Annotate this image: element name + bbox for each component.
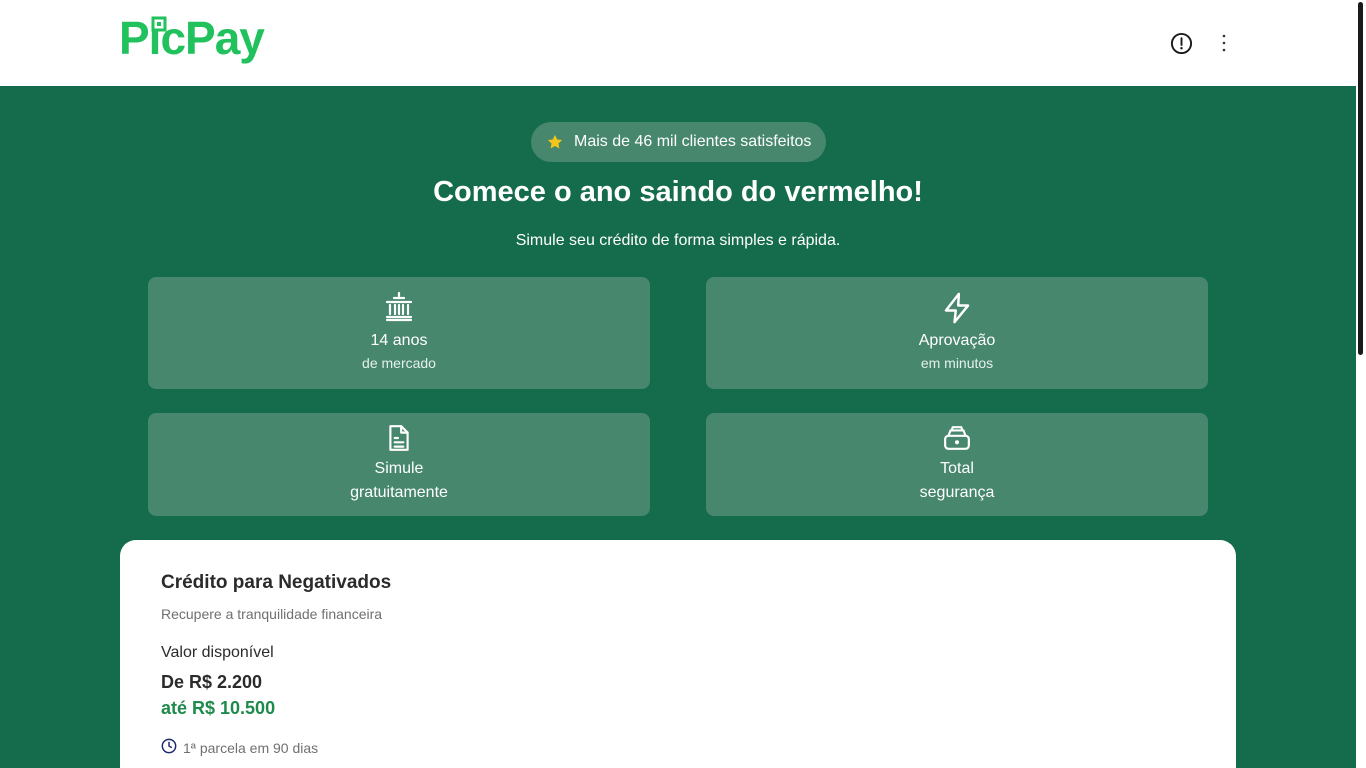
- rating-badge: Mais de 46 mil clientes satisfeitos: [531, 122, 826, 162]
- hero-title: Comece o ano saindo do vermelho!: [433, 176, 923, 208]
- rating-text: Mais de 46 mil clientes satisfeitos: [574, 133, 812, 150]
- feature-subtitle: gratuitamente: [350, 484, 448, 501]
- page: PicPay Mais de 46 mil clientes satisfeit…: [0, 0, 1356, 768]
- top-header: PicPay: [0, 0, 1356, 86]
- amount-range-to: até R$ 10.500: [161, 698, 276, 718]
- clock-icon: [161, 738, 177, 757]
- bank-icon: [148, 292, 650, 322]
- feature-subtitle: em minutos: [920, 355, 994, 371]
- offer-title: Crédito para Negativados: [161, 572, 392, 593]
- installment-text: 1ª parcela em 90 dias: [183, 739, 319, 756]
- feature-title: Simule: [374, 460, 424, 477]
- safe-icon: [706, 424, 1208, 452]
- picpay-logo[interactable]: PicPay: [119, 14, 279, 70]
- feature-card-simulate: Simule gratuitamente: [148, 413, 650, 516]
- scrollbar[interactable]: [1356, 0, 1366, 768]
- document-icon: [148, 424, 650, 452]
- feature-card-approval: Aprovação em minutos: [706, 277, 1208, 389]
- first-installment-info: 1ª parcela em 90 dias: [161, 738, 318, 757]
- amount-range-from: De R$ 2.200: [161, 672, 263, 692]
- more-vertical-icon: [1222, 34, 1226, 52]
- offer-card: Crédito para Negativados Recupere a tran…: [120, 540, 1236, 768]
- picpay-logo-image: PicPay: [119, 14, 266, 64]
- feature-card-market: 14 anos de mercado: [148, 277, 650, 389]
- lightning-icon: [706, 292, 1208, 324]
- star-icon: [546, 133, 564, 151]
- feature-title: 14 anos: [370, 332, 428, 349]
- feature-subtitle: de mercado: [362, 355, 436, 371]
- alert-circle-icon: [1170, 32, 1192, 54]
- svg-text:PicPay: PicPay: [119, 14, 265, 64]
- scrollbar-thumb[interactable]: [1358, 2, 1363, 355]
- more-options-button[interactable]: [1212, 31, 1236, 55]
- feature-title: Total: [940, 460, 974, 477]
- alert-button[interactable]: [1169, 31, 1193, 55]
- available-amount-label: Valor disponível: [161, 644, 274, 661]
- hero-subtitle: Simule seu crédito de forma simples e rá…: [515, 232, 841, 249]
- offer-subtitle: Recupere a tranquilidade financeira: [161, 606, 383, 622]
- feature-subtitle: segurança: [919, 484, 995, 501]
- feature-card-security: Total segurança: [706, 413, 1208, 516]
- feature-title: Aprovação: [918, 332, 996, 349]
